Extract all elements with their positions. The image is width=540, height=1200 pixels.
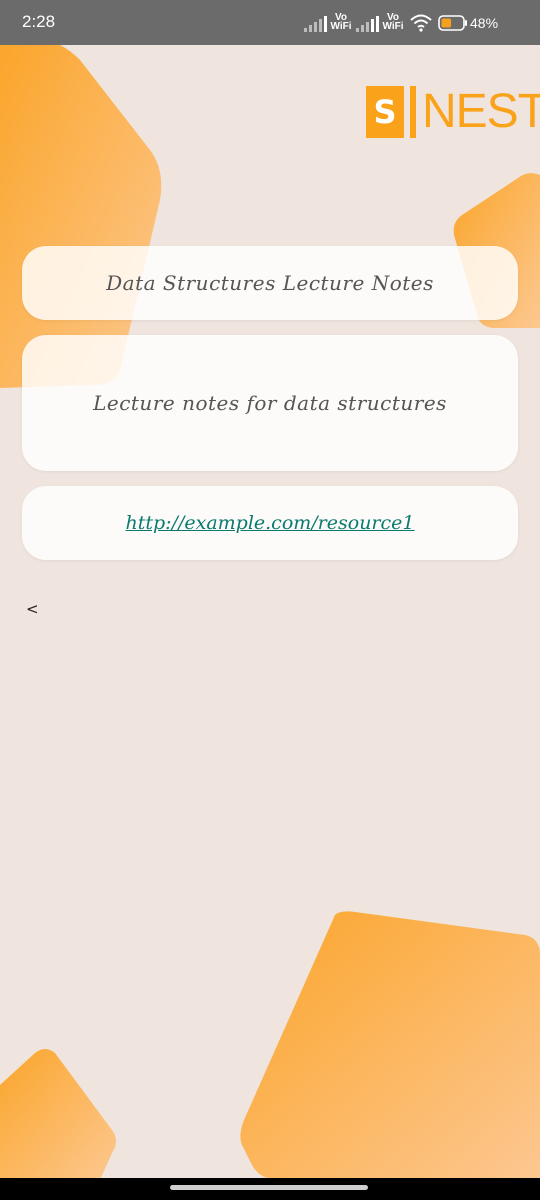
resource-title: Data Structures Lecture Notes (106, 271, 434, 295)
resource-link[interactable]: http://example.com/resource1 (125, 512, 414, 534)
home-indicator[interactable] (170, 1185, 368, 1190)
decorative-shape-bottom-right (240, 911, 540, 1180)
back-icon: < (26, 600, 39, 618)
signal-icon (356, 16, 380, 32)
battery-icon (438, 15, 467, 31)
vowifi-label-2: Vo WiFi (382, 12, 404, 32)
logo-letter: S (366, 86, 404, 138)
back-button[interactable]: < (26, 600, 42, 620)
vowifi-label-1: Vo WiFi (330, 12, 352, 32)
navigation-bar (0, 1178, 540, 1200)
wifi-icon (410, 14, 432, 32)
logo-divider (410, 86, 416, 138)
logo-text: NEST (422, 85, 540, 138)
decorative-shape-bottom-left (0, 1049, 116, 1180)
status-icons: Vo WiFi Vo WiFi 48% (304, 10, 514, 36)
resource-description-card: Lecture notes for data structures (22, 335, 518, 471)
signal-icon (304, 16, 328, 32)
resource-link-card[interactable]: http://example.com/resource1 (22, 486, 518, 560)
battery-percent: 48% (470, 15, 499, 31)
status-time: 2:28 (22, 12, 56, 31)
status-bar: 2:28 Vo WiFi Vo WiFi 48% (0, 0, 540, 45)
resource-description: Lecture notes for data structures (93, 391, 447, 415)
resource-title-card: Data Structures Lecture Notes (22, 246, 518, 320)
